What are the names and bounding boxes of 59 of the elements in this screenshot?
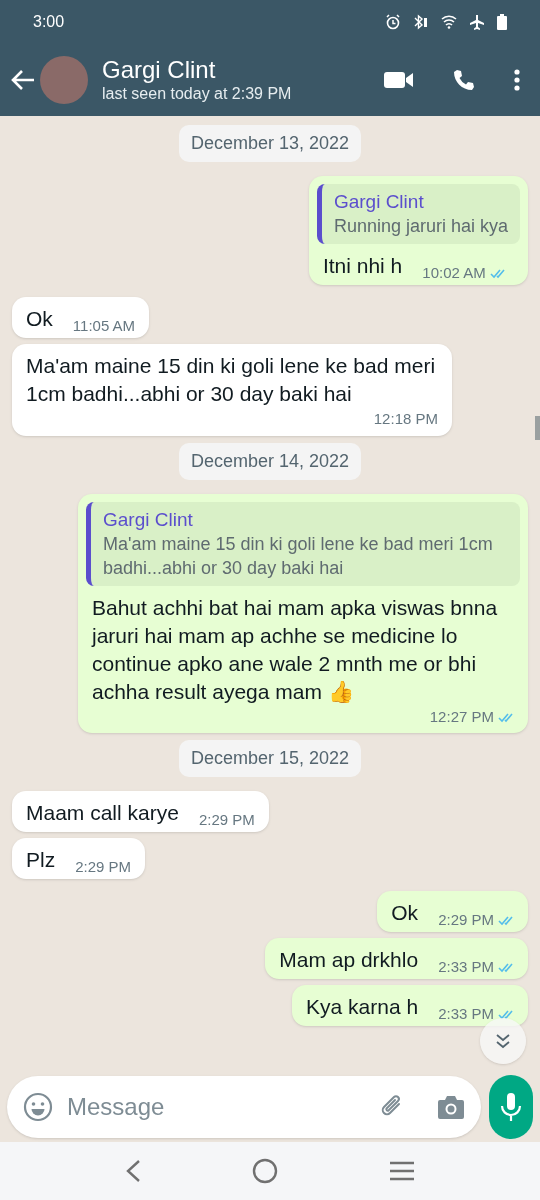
- home-nav-icon[interactable]: [252, 1158, 278, 1184]
- scroll-down-button[interactable]: [480, 1018, 526, 1064]
- message-time: 2:33 PM: [438, 1003, 494, 1024]
- camera-icon[interactable]: [437, 1094, 465, 1120]
- message-text: Kya karna h: [306, 995, 419, 1018]
- contact-name[interactable]: Gargi Clint: [102, 56, 292, 84]
- quoted-reply[interactable]: Gargi Clint Ma'am maine 15 din ki goli lene ke bad meri 1cm badhi...abhi or 30 day baki hai: [86, 501, 520, 586]
- message-text: Mam ap drkhlo: [279, 948, 419, 971]
- quoted-author: Gargi Clint: [333, 190, 425, 214]
- message-text: Ma'am maine 15 din ki goli lene ke bad meri 1cm badhi...abhi or 30 day baki hai: [26, 354, 436, 405]
- message-text: Itni nhi h: [322, 254, 403, 277]
- microphone-icon: [500, 1093, 522, 1121]
- message-time: 12:27 PM: [429, 706, 494, 727]
- message-time: 10:02 AM: [422, 262, 486, 283]
- message-time: 2:29 PM: [438, 909, 494, 930]
- menu-nav-icon[interactable]: [388, 1161, 415, 1181]
- more-options-icon[interactable]: [514, 69, 520, 91]
- airplane-icon: [469, 14, 485, 30]
- message-text: Ok: [391, 901, 419, 924]
- message-time: 2:33 PM: [438, 956, 494, 977]
- status-time: 3:00: [33, 12, 65, 32]
- sent-message-bubble[interactable]: [78, 493, 528, 733]
- alarm-icon: [385, 14, 401, 30]
- video-call-icon[interactable]: [384, 70, 414, 90]
- message-text: Maam call karye: [26, 801, 179, 824]
- sent-message-bubble[interactable]: Gargi Clint Running jaruri hai kya Itni nhi h 10:02 AM: [308, 176, 528, 285]
- battery-icon: [497, 14, 507, 30]
- message-composer[interactable]: Message: [7, 1076, 481, 1138]
- date-chip: December 14, 2022: [178, 442, 362, 480]
- wifi-icon: [441, 15, 457, 29]
- received-message-bubble[interactable]: Ok 11:05 AM: [12, 297, 150, 338]
- quoted-text: Ma'am maine 15 din ki goli lene ke bad meri 1cm badhi...abhi or 30 day baki hai: [103, 532, 494, 580]
- message-text: Ok: [26, 307, 53, 330]
- double-chevron-down-icon: [495, 1033, 511, 1049]
- back-arrow-icon[interactable]: [10, 69, 36, 91]
- last-seen-text: last seen today at 2:39 PM: [102, 84, 292, 104]
- scroll-bar: [535, 416, 540, 440]
- date-chip: December 13, 2022: [178, 125, 362, 162]
- received-message-bubble[interactable]: Ma'am maine 15 din ki goli lene ke bad meri 1cm badhi...abhi or 30 day baki hai 12:18 PM: [12, 344, 452, 436]
- message-time: 2:29 PM: [198, 809, 255, 830]
- back-nav-icon[interactable]: [125, 1159, 142, 1183]
- received-message-bubble[interactable]: Maam call karye 2:29 PM: [12, 791, 269, 832]
- sent-message-bubble[interactable]: Kya karna h 2:33 PM: [292, 985, 528, 1026]
- emoji-icon[interactable]: [23, 1092, 53, 1122]
- message-text: Plz: [26, 848, 56, 871]
- quoted-text: Running jaruri hai kya: [333, 215, 508, 238]
- received-message-bubble[interactable]: Plz 2:29 PM: [12, 838, 146, 879]
- message-text: Bahut achhi bat hai mam apka viswas bnna jaruri hai mam ap achhe se medicine lo continue apko ane wale 2 mnth me or bhi achha result ayega mam 👍: [92, 595, 498, 703]
- quoted-reply[interactable]: Gargi Clint Running jaruri hai kya: [316, 184, 520, 244]
- message-time: 12:18 PM: [373, 409, 438, 429]
- sent-message-bubble[interactable]: Ok 2:29 PM: [377, 891, 528, 932]
- message-time: 2:29 PM: [75, 856, 132, 877]
- quoted-author: Gargi Clint: [103, 507, 194, 532]
- sent-message-bubble[interactable]: Mam ap drkhlo 2:33 PM: [265, 938, 528, 979]
- phone-icon[interactable]: [452, 68, 476, 92]
- bluetooth-icon: [413, 14, 429, 30]
- message-time: 11:05 AM: [72, 315, 136, 336]
- microphone-button[interactable]: [489, 1075, 533, 1139]
- date-chip: December 15, 2022: [178, 740, 362, 777]
